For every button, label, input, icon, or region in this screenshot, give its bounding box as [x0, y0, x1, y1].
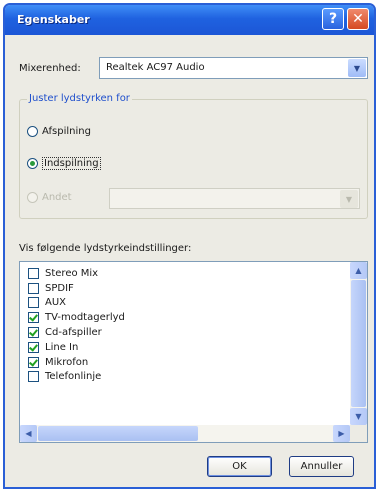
ok-button[interactable]: OK	[207, 456, 272, 477]
other-mixer-select[interactable]: ▼	[109, 188, 360, 209]
checkbox[interactable]	[28, 327, 39, 339]
chevron-down-icon[interactable]: ▼	[348, 59, 366, 77]
list-item[interactable]: Line In	[28, 340, 125, 355]
list-item[interactable]: Telefonlinje	[28, 370, 125, 385]
list-item-label: TV-modtagerlyd	[45, 312, 125, 324]
list-item[interactable]: Cd-afspiller	[28, 325, 125, 340]
vertical-scroll-thumb[interactable]	[351, 280, 366, 407]
list-item-label: Mikrofon	[45, 356, 89, 368]
radio-button[interactable]	[27, 126, 38, 137]
vertical-scrollbar[interactable]: ▲ ▼	[350, 262, 367, 425]
list-item-label: AUX	[45, 297, 67, 309]
radio-other[interactable]: Andet	[27, 192, 72, 203]
mixer-device-label: Mixerenhed:	[19, 63, 81, 74]
horizontal-scroll-thumb[interactable]	[38, 426, 198, 441]
scrollbar-corner	[350, 425, 367, 442]
properties-dialog: Egenskaber ? ✕ Mixerenhed: Realtek AC97 …	[3, 3, 376, 489]
horizontal-scrollbar[interactable]: ◀ ▶	[20, 425, 350, 442]
list-item-label: SPDIF	[45, 282, 74, 294]
title-bar[interactable]: Egenskaber ? ✕	[5, 5, 374, 35]
checkbox[interactable]	[28, 341, 39, 353]
radio-label: Andet	[42, 192, 72, 203]
close-button[interactable]: ✕	[347, 8, 369, 30]
arrow-down-icon[interactable]: ▼	[350, 408, 367, 425]
radio-selected-dot	[30, 161, 35, 166]
checkbox[interactable]	[28, 267, 39, 279]
list-item[interactable]: Stereo Mix	[28, 266, 125, 281]
checkbox[interactable]	[28, 356, 39, 368]
mixer-device-select[interactable]: Realtek AC97 Audio ▼	[99, 57, 368, 79]
list-item[interactable]: TV-modtagerlyd	[28, 310, 125, 325]
mixer-device-value: Realtek AC97 Audio	[106, 62, 205, 73]
arrow-left-icon[interactable]: ◀	[20, 425, 37, 442]
arrow-right-icon[interactable]: ▶	[333, 425, 350, 442]
list-item[interactable]: Mikrofon	[28, 355, 125, 370]
cancel-button[interactable]: Annuller	[289, 456, 354, 477]
radio-label: Afspilning	[42, 126, 91, 137]
radio-playback[interactable]: Afspilning	[27, 126, 91, 137]
list-item[interactable]: AUX	[28, 296, 125, 311]
list-item[interactable]: SPDIF	[28, 281, 125, 296]
controls-list-label: Vis følgende lydstyrkeindstillinger:	[19, 243, 192, 254]
checkmark-icon	[29, 327, 38, 337]
checkmark-icon	[29, 342, 38, 352]
radio-button[interactable]	[27, 158, 38, 169]
checkbox[interactable]	[28, 282, 39, 294]
radio-recording[interactable]: Indspilning	[27, 157, 101, 170]
help-button[interactable]: ?	[322, 8, 344, 30]
list-item-label: Stereo Mix	[45, 267, 99, 279]
checkmark-icon	[29, 357, 38, 367]
list-item-label: Telefonlinje	[45, 371, 102, 383]
controls-list[interactable]: Stereo Mix SPDIF AUX TV-modtagerlyd Cd-afspi…	[19, 261, 368, 443]
radio-button[interactable]	[27, 192, 38, 203]
window-title: Egenskaber	[17, 13, 90, 26]
list-item-label: Line In	[45, 341, 79, 353]
checkbox[interactable]	[28, 297, 39, 309]
radio-label: Indspilning	[42, 157, 101, 170]
list-item-label: Cd-afspiller	[45, 327, 102, 339]
chevron-down-icon[interactable]: ▼	[340, 190, 358, 208]
arrow-up-icon[interactable]: ▲	[350, 262, 367, 279]
checkmark-icon	[29, 312, 38, 322]
checkbox[interactable]	[28, 371, 39, 383]
checkbox[interactable]	[28, 312, 39, 324]
close-icon: ✕	[352, 11, 364, 27]
volume-group-legend: Juster lydstyrken for	[27, 93, 132, 104]
help-icon: ?	[328, 11, 338, 27]
